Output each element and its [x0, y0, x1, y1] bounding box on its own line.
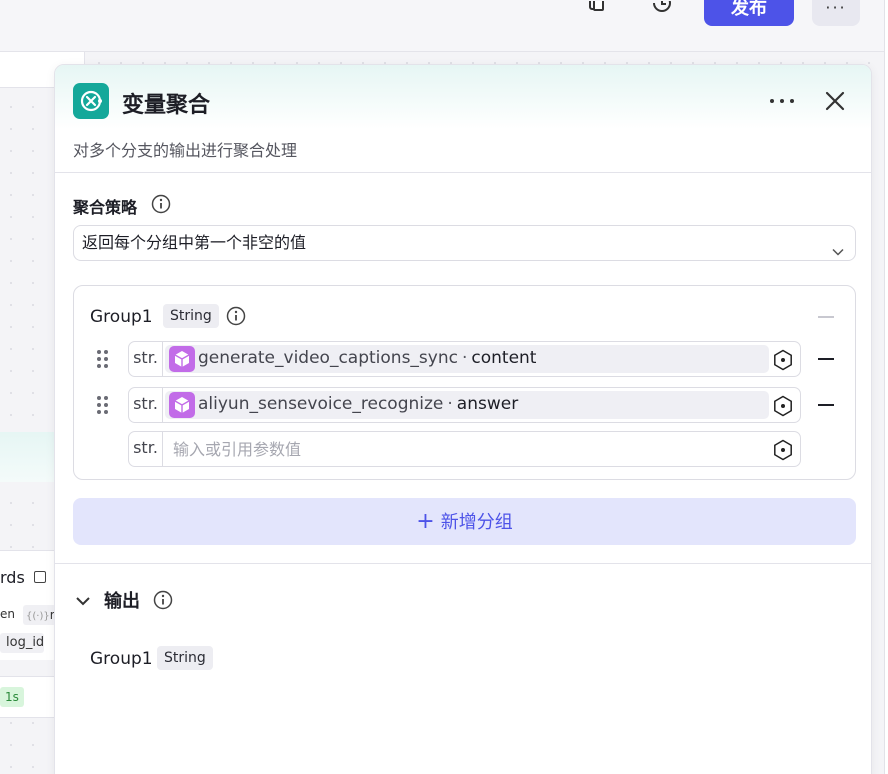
variable-row[interactable]: str. aliyun_sensevoice_recognize · answer	[128, 387, 801, 423]
strategy-select-value: 返回每个分组中第一个非空的值	[82, 233, 307, 252]
variable-picker-icon[interactable]	[772, 349, 794, 371]
duration-badge: 1s	[0, 687, 24, 707]
panel-title[interactable]: 变量聚合	[122, 87, 210, 119]
canvas-node-fragment-status[interactable]: 1s	[0, 676, 54, 718]
variable-reference[interactable]: aliyun_sensevoice_recognize · answer	[165, 391, 769, 419]
group-type-badge: String	[163, 304, 219, 328]
output-variable-name: Group1	[90, 649, 153, 669]
plus-icon: +	[416, 509, 435, 534]
drag-handle-icon[interactable]	[96, 350, 110, 370]
info-icon[interactable]	[151, 194, 171, 214]
reference-node-name: generate_video_captions_sync	[198, 348, 458, 368]
panel-more-button[interactable]	[767, 89, 797, 113]
group-card: Group1 String str. generate_video_captio…	[73, 285, 856, 480]
top-toolbar: 发布 ···	[0, 0, 888, 52]
node-store-icon	[34, 571, 46, 583]
top-more-button[interactable]: ···	[812, 0, 860, 26]
copy-icon[interactable]	[586, 0, 610, 14]
add-group-label: 新增分组	[440, 512, 513, 533]
group-name[interactable]: Group1	[90, 307, 153, 327]
canvas-node-fragment-header[interactable]	[0, 432, 54, 482]
reference-field-name: answer	[456, 394, 519, 414]
publish-button[interactable]: 发布	[704, 0, 794, 26]
output-section-title[interactable]: 输出	[104, 587, 140, 613]
remove-variable-button[interactable]	[818, 404, 834, 406]
type-prefix: str.	[129, 388, 163, 422]
chevron-down-icon	[831, 237, 845, 256]
reference-node-name: aliyun_sensevoice_recognize	[198, 394, 444, 414]
variable-value-input[interactable]	[165, 432, 765, 466]
chip-log-id: log_id	[0, 633, 45, 653]
variable-row-empty[interactable]: str.	[128, 431, 801, 467]
strategy-label: 聚合策略	[73, 198, 138, 217]
variable-aggregator-panel: 变量聚合 对多个分支的输出进行聚合处理 聚合策略 返回每个分组中第一个非空的值 …	[54, 64, 872, 774]
output-info-icon[interactable]	[153, 590, 173, 610]
section-divider	[55, 563, 871, 564]
type-prefix: str.	[129, 432, 163, 466]
add-group-button[interactable]: + 新增分组	[73, 498, 856, 545]
panel-header: 变量聚合 对多个分支的输出进行聚合处理	[55, 65, 871, 173]
type-prefix: str.	[129, 342, 163, 376]
canvas-node-fragment-card[interactable]: rds en {(·)}re log_id	[0, 550, 65, 660]
node-cube-icon	[169, 392, 195, 418]
chip-en: en	[0, 607, 15, 621]
variable-row[interactable]: str. generate_video_captions_sync · conten…	[128, 341, 801, 377]
group-info-icon[interactable]	[226, 306, 246, 326]
node-cube-icon	[169, 346, 195, 372]
variable-aggregator-icon	[73, 83, 109, 119]
output-type-badge: String	[157, 646, 213, 670]
variable-picker-icon[interactable]	[772, 439, 794, 461]
drag-handle-icon[interactable]	[96, 396, 110, 416]
right-edge-strip	[884, 0, 888, 774]
panel-description[interactable]: 对多个分支的输出进行聚合处理	[73, 137, 297, 161]
remove-group-button[interactable]	[818, 316, 834, 318]
close-icon[interactable]	[823, 89, 847, 113]
remove-variable-button[interactable]	[818, 358, 834, 360]
variable-reference[interactable]: generate_video_captions_sync · content	[165, 345, 769, 373]
history-icon[interactable]	[650, 0, 674, 14]
collapse-chevron-icon[interactable]	[75, 593, 91, 609]
strategy-select[interactable]: 返回每个分组中第一个非空的值	[73, 225, 856, 261]
reference-field-name: content	[471, 348, 537, 368]
node-title-fragment: rds	[0, 568, 25, 587]
variable-picker-icon[interactable]	[772, 395, 794, 417]
